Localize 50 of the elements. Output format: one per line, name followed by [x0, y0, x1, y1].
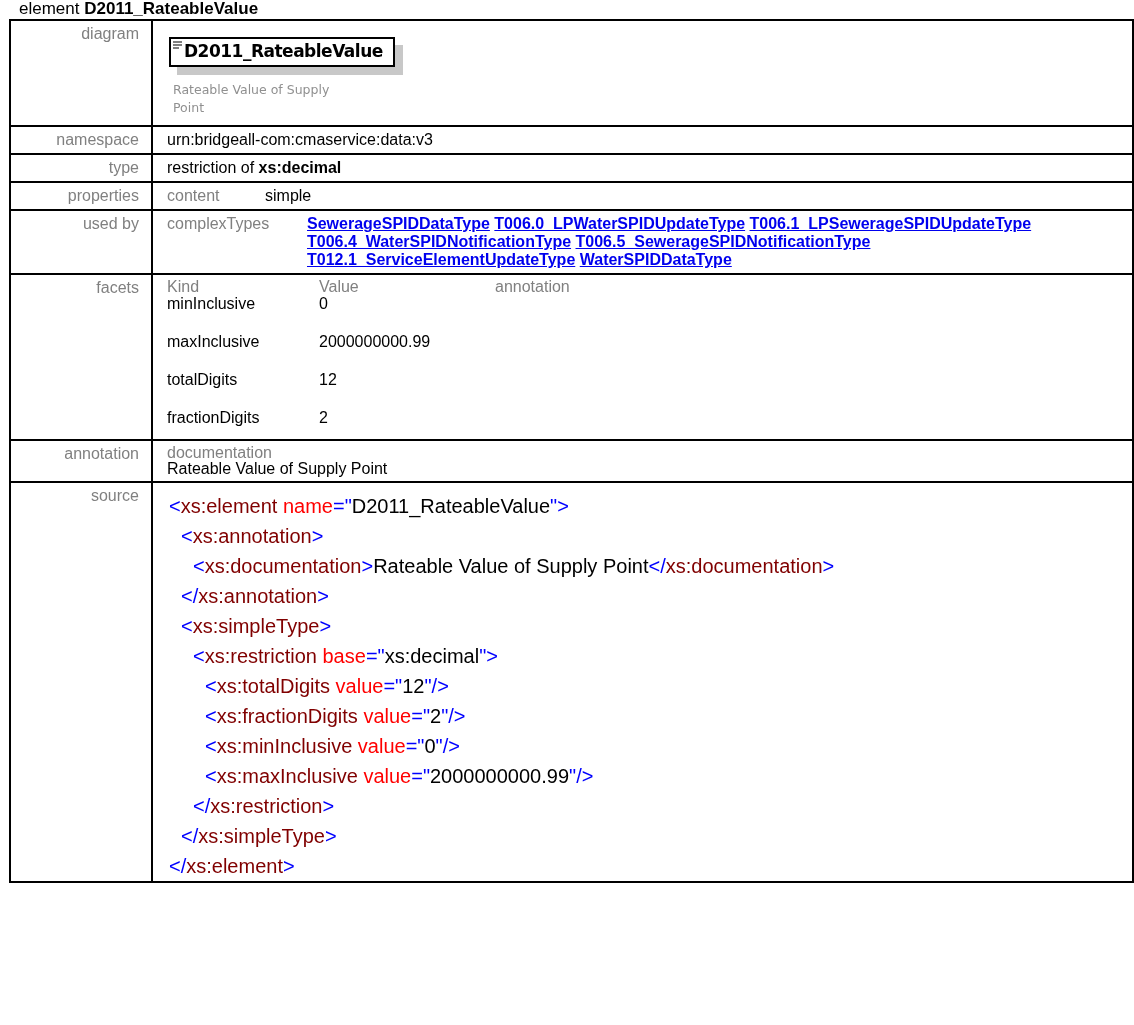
code-line: </xs:simpleType> — [181, 824, 338, 849]
annotation-text: Rateable Value of Supply Point — [167, 461, 389, 477]
group-label: complexTypes — [167, 215, 271, 234]
code-line: <xs:annotation> — [181, 524, 325, 549]
element-documentation: Rateable Value of Supply Point — [173, 81, 331, 117]
row-label: diagram — [81, 25, 139, 42]
page-heading: element D2011_RateableValue — [19, 1, 259, 15]
annotation-heading: documentation — [167, 445, 273, 461]
type-link[interactable]: T006.0_LPWaterSPIDUpdateType — [494, 215, 746, 232]
type-link[interactable]: T006.5_SewerageSPIDNotificationType — [575, 233, 871, 250]
type-link[interactable]: T006.4_WaterSPIDNotificationType — [307, 233, 572, 250]
type-value: restriction of xs:decimal — [167, 159, 342, 176]
code-line: </xs:annotation> — [181, 584, 330, 609]
row-label: used by — [82, 215, 139, 232]
type-link[interactable]: T012.1_ServiceElementUpdateType — [307, 251, 576, 268]
code-line: </xs:restriction> — [193, 794, 336, 819]
code-line: </xs:element> — [169, 854, 296, 879]
facet-value: 2000000000.99 — [319, 333, 432, 351]
row-label: namespace — [56, 131, 139, 148]
code-line: <xs:maxInclusive value="2000000000.99"/> — [205, 764, 595, 789]
facet-value: 2 — [319, 409, 329, 427]
row-label: source — [90, 487, 139, 504]
facet-kind: minInclusive — [167, 295, 257, 313]
type-link[interactable]: WaterSPIDDataType — [579, 251, 732, 268]
row-label: type — [108, 159, 139, 176]
code-line: <xs:restriction base="xs:decimal"> — [193, 644, 499, 669]
code-line: <xs:simpleType> — [181, 614, 333, 639]
facet-value: 12 — [319, 371, 338, 389]
type-link[interactable]: SewerageSPIDDataType — [307, 215, 490, 232]
facet-value: 0 — [319, 295, 329, 313]
code-line: <xs:totalDigits value="12"/> — [205, 674, 450, 699]
code-line: <xs:documentation>Rateable Value of Supply Point</xs:documentation> — [193, 554, 836, 579]
column-header: Kind — [167, 279, 201, 295]
row-label: facets — [96, 279, 139, 296]
property-value: simple — [265, 187, 312, 205]
code-line: <xs:fractionDigits value="2"/> — [205, 704, 467, 729]
row-label: annotation — [64, 445, 139, 462]
lines-icon — [173, 41, 182, 49]
code-line: <xs:minInclusive value="0"/> — [205, 734, 461, 759]
facet-kind: fractionDigits — [167, 409, 261, 427]
row-label: properties — [67, 187, 139, 204]
code-line: <xs:element name="D2011_RateableValue"> — [169, 494, 570, 520]
facet-kind: totalDigits — [167, 371, 239, 389]
element-name: D2011_RateableValue — [184, 41, 383, 61]
column-header: Value — [319, 279, 360, 295]
type-link[interactable]: T006.1_LPSewerageSPIDUpdateType — [749, 215, 1032, 232]
column-header: annotation — [495, 279, 571, 295]
facet-kind: maxInclusive — [167, 333, 261, 351]
namespace-value: urn:bridgeall-com:cmaservice:data:v3 — [167, 131, 433, 148]
property-name: content — [167, 187, 221, 205]
